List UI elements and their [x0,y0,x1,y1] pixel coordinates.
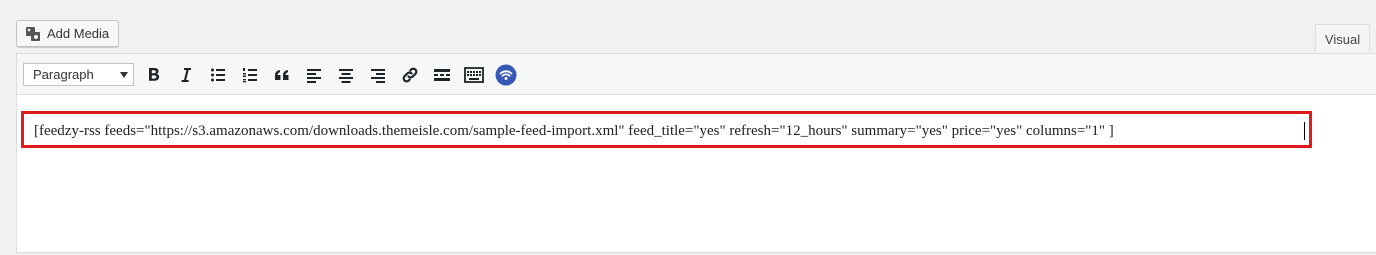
add-media-label: Add Media [47,26,110,41]
link-icon [401,66,419,84]
numbered-list-icon [242,67,258,83]
feedzy-icon [495,64,517,86]
bold-button[interactable] [142,63,166,87]
bulleted-list-icon [210,67,226,83]
bold-icon [147,67,161,83]
add-media-button[interactable]: Add Media [16,20,119,47]
align-right-icon [370,67,386,83]
read-more-button[interactable] [430,63,454,87]
align-left-icon [306,67,322,83]
align-center-icon [338,67,354,83]
align-center-button[interactable] [334,63,358,87]
tab-visual-label: Visual [1324,32,1361,47]
read-more-icon [433,67,451,83]
editor: Paragraph [feedzy-rss feeds="https://s3.… [16,53,1376,253]
editor-toolbar: Paragraph [17,54,1376,95]
numbered-list-button[interactable] [238,63,262,87]
format-select-value: Paragraph [33,67,94,82]
media-icon [25,26,41,42]
tab-visual[interactable]: Visual [1315,24,1370,54]
toolbar-toggle-button[interactable] [462,63,486,87]
text-caret [1304,122,1305,140]
shortcode-text: [feedzy-rss feeds="https://s3.amazonaws.… [34,123,1114,139]
bulleted-list-button[interactable] [206,63,230,87]
editor-content[interactable]: [feedzy-rss feeds="https://s3.amazonaws.… [17,95,1376,255]
highlight-box: [feedzy-rss feeds="https://s3.amazonaws.… [21,111,1312,148]
italic-button[interactable] [174,63,198,87]
align-left-button[interactable] [302,63,326,87]
blockquote-icon [274,67,290,83]
format-select[interactable]: Paragraph [23,63,134,86]
blockquote-button[interactable] [270,63,294,87]
align-right-button[interactable] [366,63,390,87]
link-button[interactable] [398,63,422,87]
chevron-down-icon [120,72,128,78]
feedzy-button[interactable] [494,63,518,87]
italic-icon [179,67,193,83]
toolbar-toggle-icon [464,67,484,83]
